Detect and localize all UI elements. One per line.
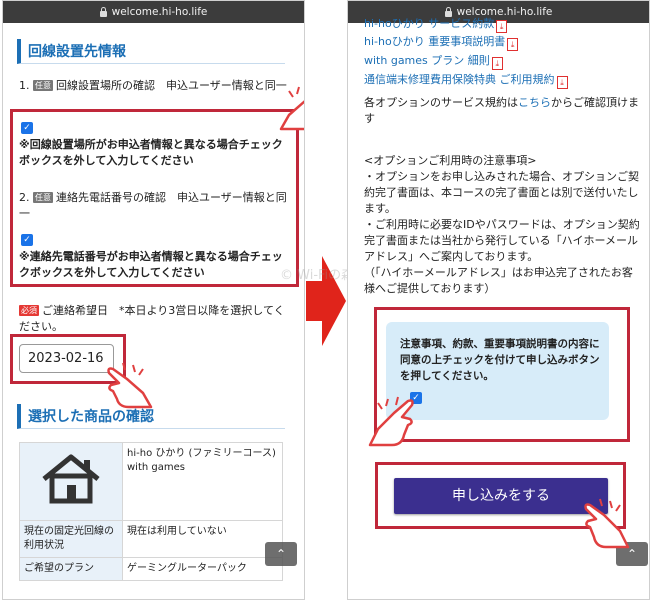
notes-title: <オプションご利用時の注意事項> <box>364 154 537 167</box>
item1-label: 1. 任意 回線設置場所の確認 申込ユーザー情報と同一 <box>19 78 289 94</box>
link-plan-rules[interactable]: with games プラン 細則 ⤓ <box>364 52 503 70</box>
link-text: 通信端末修理費用保険特典 ご利用規約 <box>364 73 555 86</box>
pointing-hand-icon <box>279 86 304 131</box>
plan-name-cell: hi-ho ひかり (ファミリーコース) with games <box>122 442 283 521</box>
pointing-hand-icon <box>107 362 153 409</box>
item1-number: 1. <box>19 79 30 92</box>
required-badge: 必須 <box>19 305 39 316</box>
right-screen: welcome.hi-ho.life hi-hoひかり サービス約款 ⤓ hi-h… <box>347 0 650 600</box>
apply-button[interactable]: 申し込みをする <box>394 478 608 514</box>
table-row: ご希望のプラン ゲーミングルーターパック <box>19 557 283 581</box>
url-text: welcome.hi-ho.life <box>111 6 208 18</box>
options-link[interactable]: こちら <box>518 96 551 109</box>
note-1: ・オプションをお申し込みされた場合、オプションご契約完了書面は、本コースの完了書… <box>364 170 639 215</box>
item1-text: 回線設置場所の確認 申込ユーザー情報と同一 <box>56 79 287 92</box>
scroll-to-top-button[interactable]: ⌃ <box>265 542 297 566</box>
table-header-cell: 現在の固定光回線の利用状況 <box>19 520 123 558</box>
pdf-icon: ⤓ <box>496 20 508 33</box>
pdf-icon: ⤓ <box>556 76 568 89</box>
link-text: with games プラン 細則 <box>364 54 490 67</box>
optional-badge: 任意 <box>33 80 53 91</box>
section-title-line-location: 回線設置先情報 <box>17 39 285 64</box>
house-icon <box>42 454 100 504</box>
agree-text: 注意事項、約款、重要事項説明書の内容に同意の上チェックを付けて申し込みボタンを押… <box>400 338 600 382</box>
agree-box: 注意事項、約款、重要事項説明書の内容に同意の上チェックを付けて申し込みボタンを押… <box>386 322 609 420</box>
pointing-hand-icon <box>584 498 630 549</box>
link-insurance-terms[interactable]: 通信端末修理費用保険特典 ご利用規約 ⤓ <box>364 71 568 89</box>
link-text: hi-hoひかり サービス約款 <box>364 17 495 30</box>
date-field-label: 必須 ご連絡希望日 *本日より3営日以降を選択してください。 <box>19 303 289 335</box>
link-important-matters[interactable]: hi-hoひかり 重要事項説明書 ⤓ <box>364 33 519 51</box>
table-value-cell: 現在は利用していない <box>122 520 283 558</box>
note-3: （「ハイホーメールアドレス」はお申込完了されたお客様へご提供しております） <box>364 266 633 295</box>
pdf-icon: ⤓ <box>491 57 503 70</box>
options-pre: 各オプションのサービス規約は <box>364 96 518 109</box>
product-table: hi-ho ひかり (ファミリーコース) with games 現在の固定光回線… <box>19 442 283 581</box>
date-label-text: ご連絡希望日 *本日より3営日以降を選択してください。 <box>19 304 285 333</box>
table-header-cell: ご希望のプラン <box>19 557 123 581</box>
table-value-cell: ゲーミングルーターパック <box>122 557 283 581</box>
note-2: ・ご利用時に必要なIDやパスワードは、オプション契約完了書面または当社から発行し… <box>364 218 640 263</box>
link-service-terms[interactable]: hi-hoひかり サービス約款 ⤓ <box>364 15 508 33</box>
pdf-icon: ⤓ <box>507 38 519 51</box>
link-text: hi-hoひかり 重要事項説明書 <box>364 35 506 48</box>
house-icon-cell <box>19 442 123 521</box>
options-terms-text: 各オプションのサービス規約はこちらからご確認頂けます <box>364 95 639 127</box>
highlight-checkbox-area <box>10 109 299 287</box>
table-row: 現在の固定光回線の利用状況 現在は利用していない <box>19 520 283 558</box>
table-row: hi-ho ひかり (ファミリーコース) with games <box>19 442 283 521</box>
watermark: © Wi-Fiの森 <box>280 268 355 283</box>
address-bar[interactable]: welcome.hi-ho.life <box>3 1 304 23</box>
lock-icon <box>99 6 107 17</box>
left-screen: welcome.hi-ho.life 回線設置先情報 1. 任意 回線設置場所の確… <box>2 0 305 600</box>
pointing-hand-icon <box>368 396 414 447</box>
